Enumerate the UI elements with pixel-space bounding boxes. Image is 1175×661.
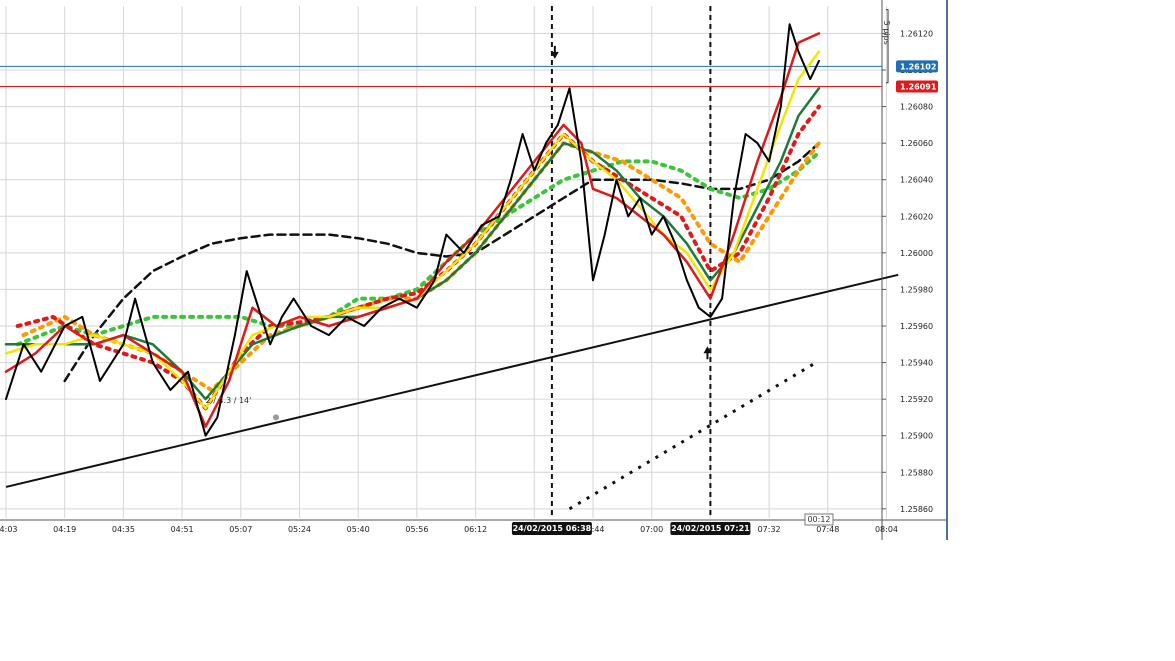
series-red-ma: [4, 32, 821, 428]
price-tick-label: 1.25960: [900, 322, 933, 331]
chart-window[interactable]: 2 / 4.3 / 14'5 pips 1.261201.261001.2608…: [0, 0, 948, 540]
countdown-label: 00:12: [807, 515, 830, 524]
time-tick-label: 04:19: [53, 525, 76, 534]
time-tick-label: 07:32: [758, 525, 781, 534]
time-tick-label: 04:51: [171, 525, 194, 534]
grid: [0, 6, 887, 518]
price-chart[interactable]: 2 / 4.3 / 14' 5 pips 1.261201.261001.2608…: [0, 0, 946, 540]
time-tag-label-2: 24/02/2015 07:21: [671, 524, 750, 533]
series-layer: [0, 6, 899, 518]
price-tick-label: 1.25920: [900, 395, 933, 404]
axes: 1.261201.261001.260801.260601.260401.260…: [0, 0, 946, 540]
trendline-anchor-dot: [273, 414, 280, 421]
time-tick-label: 05:24: [288, 525, 311, 534]
time-tag-label-1: 24/02/2015 06:38: [513, 524, 592, 533]
price-tick-label: 1.25880: [900, 468, 933, 477]
arrow-down-icon: [550, 45, 559, 59]
time-tick-label: 06:12: [464, 525, 487, 534]
trendline-label: 2 / 4.3 / 14': [206, 396, 252, 405]
bid-price-label: 1.26091: [900, 82, 937, 91]
time-tick-label: 05:40: [347, 525, 370, 534]
time-tick-label: 04:03: [0, 525, 18, 534]
price-tick-label: 1.26060: [900, 139, 933, 148]
price-tick-label: 1.25860: [900, 505, 933, 514]
price-tick-label: 1.26020: [900, 212, 933, 221]
price-tick-label: 1.25900: [900, 432, 933, 441]
trendline-solid: [5, 273, 899, 488]
price-tick-label: 1.25980: [900, 285, 933, 294]
time-tick-label: 05:07: [229, 525, 252, 534]
pip-ruler-label: 5 pips: [882, 21, 891, 45]
time-tick-label: 05:56: [405, 525, 428, 534]
time-tick-label: 07:48: [816, 525, 839, 534]
time-tick-label: 04:35: [112, 525, 135, 534]
price-tick-label: 1.26080: [900, 103, 933, 112]
time-tick-label: 07:00: [640, 525, 663, 534]
series-dashed-average: [63, 141, 821, 383]
price-tick-label: 1.26120: [900, 29, 933, 38]
time-tick-label: 08:04: [875, 525, 898, 534]
price-tick-label: 1.26000: [900, 249, 933, 258]
price-tick-label: 1.26040: [900, 176, 933, 185]
ask-price-label: 1.26102: [900, 62, 936, 71]
price-tick-label: 1.25940: [900, 359, 933, 368]
